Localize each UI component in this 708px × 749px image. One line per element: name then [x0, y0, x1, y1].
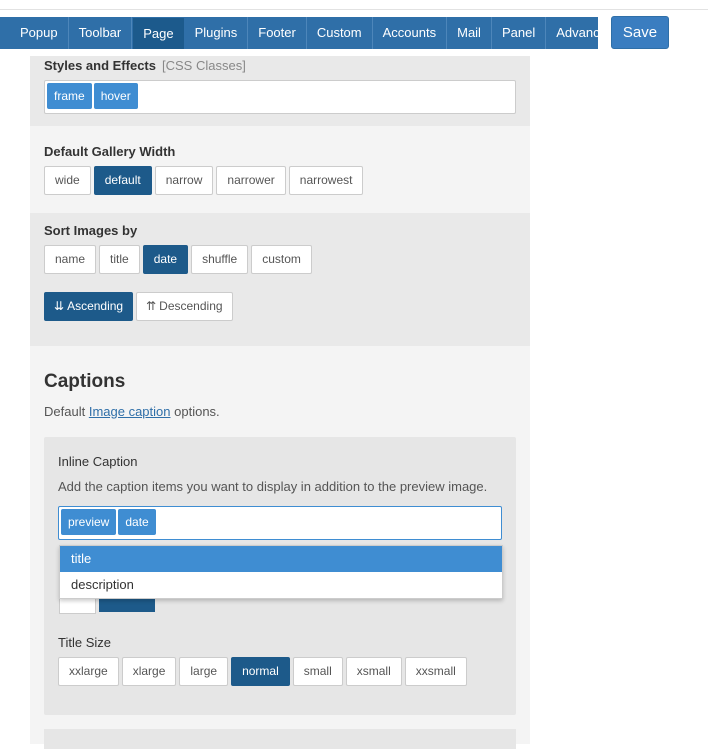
tab-accounts[interactable]: Accounts — [373, 17, 448, 49]
tab-plugins[interactable]: Plugins — [185, 17, 249, 49]
tag-frame[interactable]: frame — [47, 83, 92, 109]
css-classes-hint: [CSS Classes] — [162, 58, 246, 73]
width-narrow-button[interactable]: narrow — [154, 166, 214, 195]
captions-heading: Captions — [44, 371, 126, 392]
next-section — [44, 729, 516, 749]
inline-caption-description: Add the caption items you want to displa… — [58, 479, 488, 494]
tab-popup[interactable]: Popup — [0, 17, 69, 49]
css-classes-input[interactable]: frame hover — [44, 80, 516, 114]
sort-ascending-icon: ⇊ — [54, 299, 65, 313]
dropdown-item-description[interactable]: description — [60, 572, 502, 598]
sort-shuffle-button[interactable]: shuffle — [191, 245, 249, 274]
main-nav: Popup Toolbar Page Plugins Footer Custom… — [0, 17, 614, 49]
size-xlarge-button[interactable]: xlarge — [121, 657, 177, 686]
tab-panel[interactable]: Panel — [492, 17, 547, 49]
captions-desc-prefix: Default — [44, 404, 86, 419]
title-size-label: Title Size — [58, 635, 111, 650]
sort-custom-button[interactable]: custom — [251, 245, 312, 274]
sort-images-label: Sort Images by — [44, 223, 138, 238]
styles-effects-title: Styles and Effects — [44, 58, 156, 73]
captions-description: Default Image caption options. — [44, 404, 220, 419]
size-xxlarge-button[interactable]: xxlarge — [58, 657, 119, 686]
sort-order-options: ⇊ Ascending ⇈ Descending — [44, 292, 233, 321]
styles-effects-label: Styles and Effects [CSS Classes] — [44, 58, 246, 73]
save-button[interactable]: Save — [611, 16, 669, 49]
tag-date[interactable]: date — [118, 509, 156, 535]
title-size-options: xxlarge xlarge large normal small xsmall… — [58, 657, 467, 686]
size-small-button[interactable]: small — [292, 657, 343, 686]
tab-footer[interactable]: Footer — [248, 17, 307, 49]
sort-descending-icon: ⇈ — [146, 299, 157, 313]
captions-desc-suffix: options. — [174, 404, 220, 419]
width-wide-button[interactable]: wide — [44, 166, 91, 195]
size-xsmall-button[interactable]: xsmall — [345, 657, 402, 686]
ascending-button[interactable]: ⇊ Ascending — [44, 292, 134, 321]
tag-hover[interactable]: hover — [93, 83, 138, 109]
descending-button[interactable]: ⇈ Descending — [136, 292, 233, 321]
tab-mail[interactable]: Mail — [447, 17, 492, 49]
size-normal-button[interactable]: normal — [231, 657, 290, 686]
inline-caption-input[interactable]: preview date — [58, 506, 502, 540]
ascending-label: Ascending — [67, 299, 124, 313]
width-default-button[interactable]: default — [93, 166, 152, 195]
sort-name-button[interactable]: name — [44, 245, 97, 274]
width-narrower-button[interactable]: narrower — [216, 166, 286, 195]
gallery-width-options: wide default narrow narrower narrowest — [44, 166, 364, 195]
dropdown-item-title[interactable]: title — [60, 546, 502, 572]
sort-options: name title date shuffle custom — [44, 245, 312, 274]
descending-label: Descending — [159, 299, 223, 313]
sort-title-button[interactable]: title — [99, 245, 140, 274]
tab-custom[interactable]: Custom — [307, 17, 373, 49]
inline-caption-label: Inline Caption — [58, 454, 138, 469]
width-narrowest-button[interactable]: narrowest — [288, 166, 364, 195]
tab-page[interactable]: Page — [132, 17, 185, 49]
gallery-width-label: Default Gallery Width — [44, 144, 176, 159]
size-large-button[interactable]: large — [179, 657, 229, 686]
top-strip — [0, 0, 708, 10]
caption-items-dropdown: title description — [59, 545, 503, 599]
tag-preview[interactable]: preview — [61, 509, 117, 535]
tab-toolbar[interactable]: Toolbar — [69, 17, 133, 49]
size-xxsmall-button[interactable]: xxsmall — [404, 657, 467, 686]
sort-date-button[interactable]: date — [142, 245, 189, 274]
image-caption-link[interactable]: Image caption — [89, 404, 171, 419]
